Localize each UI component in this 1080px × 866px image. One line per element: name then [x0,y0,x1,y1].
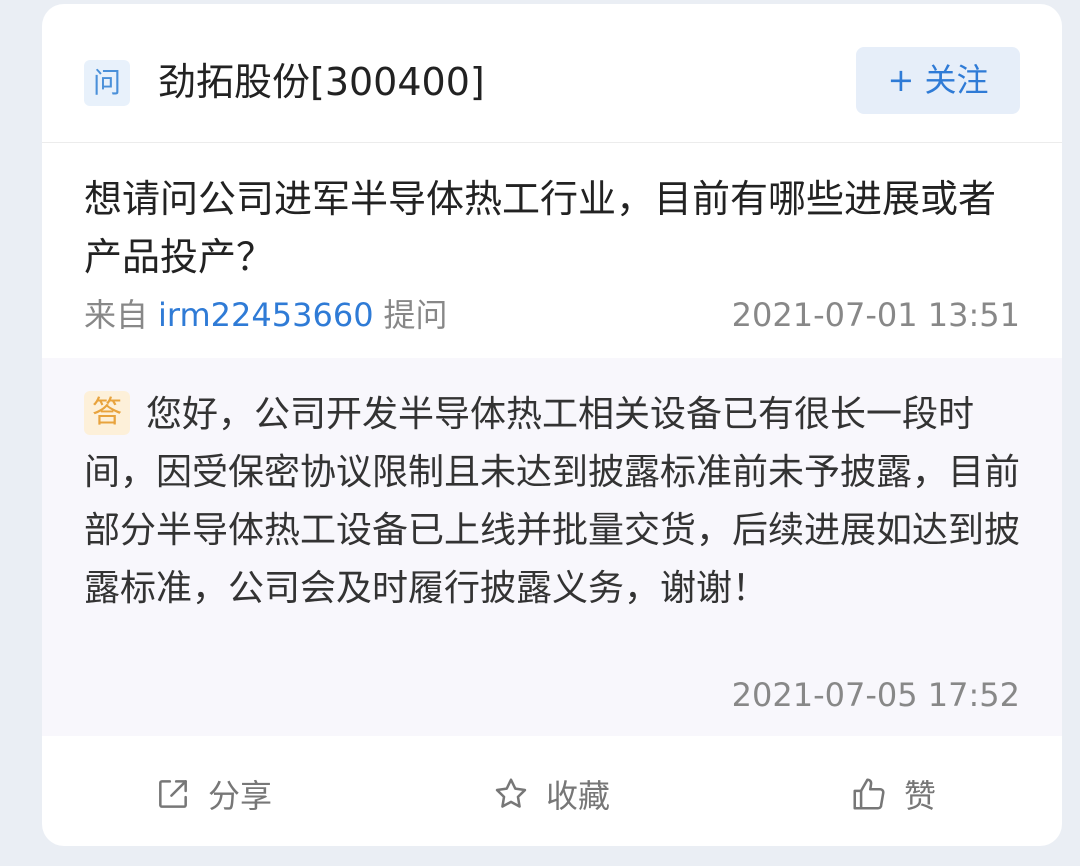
from-label: 来自 [84,296,149,334]
answer-section: 答您好，公司开发半导体热工相关设备已有很长一段时间，因受保密协议限制且未达到披露… [42,358,1062,736]
share-icon [159,780,187,808]
like-button[interactable]: 赞 [850,772,936,816]
answer-text: 您好，公司开发半导体热工相关设备已有很长一段时间，因受保密协议限制且未达到披露标… [84,394,1021,609]
favorite-button[interactable]: 收藏 [492,772,610,816]
share-label: 分享 [208,777,273,815]
question-meta: 来自 irm22453660 提问 2021-07-01 13:51 [84,290,1020,340]
share-button[interactable]: 分享 [154,772,272,816]
action-bar: 分享 收藏 赞 [42,738,1062,846]
question-time: 2021-07-01 13:51 [731,296,1020,334]
question-text: 想请问公司进军半导体热工行业，目前有哪些进展或者产品投产？ [84,177,997,279]
company-name[interactable]: 劲拓股份[300400] [158,54,485,110]
favorite-label: 收藏 [546,777,611,815]
star-icon [495,778,527,808]
answer-time: 2021-07-05 17:52 [731,676,1020,714]
asker-username[interactable]: irm22453660 [158,296,374,334]
ask-label: 提问 [383,296,448,334]
follow-button[interactable]: + 关注 [856,47,1020,114]
answer-badge: 答 [84,391,130,435]
answer-body: 答您好，公司开发半导体热工相关设备已有很长一段时间，因受保密协议限制且未达到披露… [84,386,1020,618]
qa-card: 问 劲拓股份[300400] + 关注 想请问公司进军半导体热工行业，目前有哪些… [42,4,1062,846]
question-badge: 问 [84,60,130,106]
thumbs-up-icon [853,778,885,810]
card-header: 问 劲拓股份[300400] + 关注 [42,4,1062,143]
like-label: 赞 [904,777,937,815]
